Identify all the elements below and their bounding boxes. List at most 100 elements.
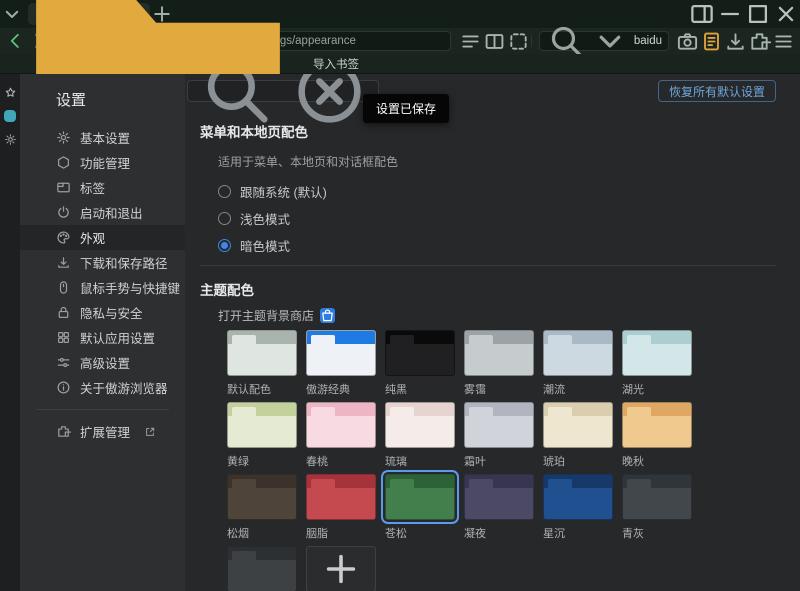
screenshot-button[interactable] [676, 31, 699, 52]
sidebar-item-label: 功能管理 [80, 153, 130, 172]
color-mode-option-0[interactable]: 跟随系统 (默认) [218, 178, 800, 205]
theme-store-link[interactable]: 打开主题背景商店 [218, 307, 314, 324]
theme-card-3[interactable] [464, 330, 534, 376]
clear-icon[interactable] [289, 74, 370, 132]
page-title: 设置 [20, 86, 185, 125]
color-mode-option-1[interactable]: 浅色模式 [218, 205, 800, 232]
theme-preview-tab [232, 551, 256, 560]
app-area: 设置 基本设置功能管理标签启动和退出外观下载和保存路径鼠标手势与快捷键隐私与安全… [0, 74, 800, 591]
reader-mode-button[interactable] [459, 31, 482, 52]
theme-card-8[interactable] [385, 402, 455, 448]
sidebar-item-basic[interactable]: 基本设置 [20, 125, 185, 150]
sidebar-item-tabs[interactable]: 标签 [20, 175, 185, 200]
radio-label: 跟随系统 (默认) [240, 182, 327, 201]
sidebar-item-about[interactable]: 关于傲游浏览器 [20, 375, 185, 400]
theme-card-14[interactable] [385, 474, 455, 520]
info-icon [56, 380, 71, 395]
panel-icon [688, 0, 716, 28]
add-theme-button[interactable] [306, 546, 376, 591]
sidebar-item-label: 外观 [80, 228, 105, 247]
close-icon [772, 0, 800, 28]
theme-cell-3: 雾霭 [464, 330, 534, 394]
extensions-button[interactable] [748, 31, 771, 52]
theme-preview-tab [548, 407, 572, 416]
theme-label: 雾霭 [464, 381, 534, 394]
panel-toggle-button[interactable] [688, 0, 716, 28]
close-button[interactable] [772, 0, 800, 28]
sidebar-item-downloads[interactable]: 下载和保存路径 [20, 250, 185, 275]
settings-search[interactable] [187, 80, 379, 102]
settings-sidebar: 设置 基本设置功能管理标签启动和退出外观下载和保存路径鼠标手势与快捷键隐私与安全… [20, 74, 185, 591]
section-subtitle: 适用于菜单、本地页和对话框配色 [218, 153, 800, 170]
theme-cell-17: 青灰 [622, 474, 692, 538]
theme-card-18[interactable] [227, 546, 297, 591]
theme-label: 晚秋 [622, 453, 692, 466]
sidebar-item-label: 标签 [80, 178, 105, 197]
sidebar-item-advanced[interactable]: 高级设置 [20, 350, 185, 375]
sidebar-item-startup[interactable]: 启动和退出 [20, 200, 185, 225]
theme-card-11[interactable] [622, 402, 692, 448]
theme-label: 胭脂 [306, 525, 376, 538]
snap-button[interactable] [507, 31, 530, 52]
minimize-button[interactable] [716, 0, 744, 28]
theme-card-17[interactable] [622, 474, 692, 520]
theme-cell-6: 黄绿 [227, 402, 297, 466]
theme-cell-16: 星沉 [543, 474, 613, 538]
theme-preview-tab [311, 479, 335, 488]
sidebar-item-features[interactable]: 功能管理 [20, 150, 185, 175]
theme-card-6[interactable] [227, 402, 297, 448]
theme-cell-19 [306, 546, 376, 591]
theme-label: 黄绿 [227, 453, 297, 466]
tab-icon [56, 180, 71, 195]
favorites-panel-icon[interactable] [4, 86, 17, 99]
theme-cell-2: 纯黑 [385, 330, 455, 394]
bookmark-label: 导入书签 [313, 56, 359, 72]
sidebar-item-appearance[interactable]: 外观 [20, 225, 185, 250]
theme-cell-9: 霜叶 [464, 402, 534, 466]
divider [531, 35, 532, 47]
menu-icon [772, 30, 795, 53]
notes-button[interactable] [700, 31, 723, 52]
content-topbar: 恢复所有默认设置 [185, 74, 800, 108]
settings-panel-icon[interactable] [4, 133, 17, 146]
color-mode-options: 跟随系统 (默认) 浅色模式暗色模式 [218, 178, 800, 259]
search-icon [196, 74, 277, 132]
theme-preview-tab [469, 335, 493, 344]
app-panel-icon[interactable] [4, 110, 16, 122]
theme-card-5[interactable] [622, 330, 692, 376]
puzzle-icon [748, 30, 771, 53]
split-screen-button[interactable] [483, 31, 506, 52]
theme-card-9[interactable] [464, 402, 534, 448]
theme-card-16[interactable] [543, 474, 613, 520]
sidebar-item-extensions[interactable]: 扩展管理 [20, 419, 185, 444]
bookmark-bar: 导入书签 [0, 54, 800, 74]
downloads-button[interactable] [724, 31, 747, 52]
theme-store-icon[interactable] [320, 308, 335, 323]
restore-defaults-button[interactable]: 恢复所有默认设置 [658, 80, 776, 102]
theme-cell-0: 默认配色 [227, 330, 297, 394]
quick-search-box[interactable]: baidu [539, 31, 669, 51]
theme-card-2[interactable] [385, 330, 455, 376]
theme-card-4[interactable] [543, 330, 613, 376]
sidebar-item-gestures[interactable]: 鼠标手势与快捷键 [20, 275, 185, 300]
sidebar-item-label: 基本设置 [80, 128, 130, 147]
radio-icon[interactable] [218, 239, 231, 252]
color-mode-option-2[interactable]: 暗色模式 [218, 232, 800, 259]
theme-card-7[interactable] [306, 402, 376, 448]
theme-card-0[interactable] [227, 330, 297, 376]
sidebar-item-default-apps[interactable]: 默认应用设置 [20, 325, 185, 350]
gear-icon [56, 130, 71, 145]
radio-icon[interactable] [218, 212, 231, 225]
settings-scroll-area: 菜单和本地页配色 适用于菜单、本地页和对话框配色 跟随系统 (默认)浅色模式暗色… [185, 121, 800, 591]
main-menu-button[interactable] [772, 31, 795, 52]
theme-card-1[interactable] [306, 330, 376, 376]
theme-card-12[interactable] [227, 474, 297, 520]
sidebar-item-privacy[interactable]: 隐私与安全 [20, 300, 185, 325]
maximize-button[interactable] [744, 0, 772, 28]
theme-card-15[interactable] [464, 474, 534, 520]
theme-card-10[interactable] [543, 402, 613, 448]
theme-label: 青灰 [622, 525, 692, 538]
theme-card-13[interactable] [306, 474, 376, 520]
theme-preview-tab [627, 479, 651, 488]
radio-icon[interactable] [218, 185, 231, 198]
